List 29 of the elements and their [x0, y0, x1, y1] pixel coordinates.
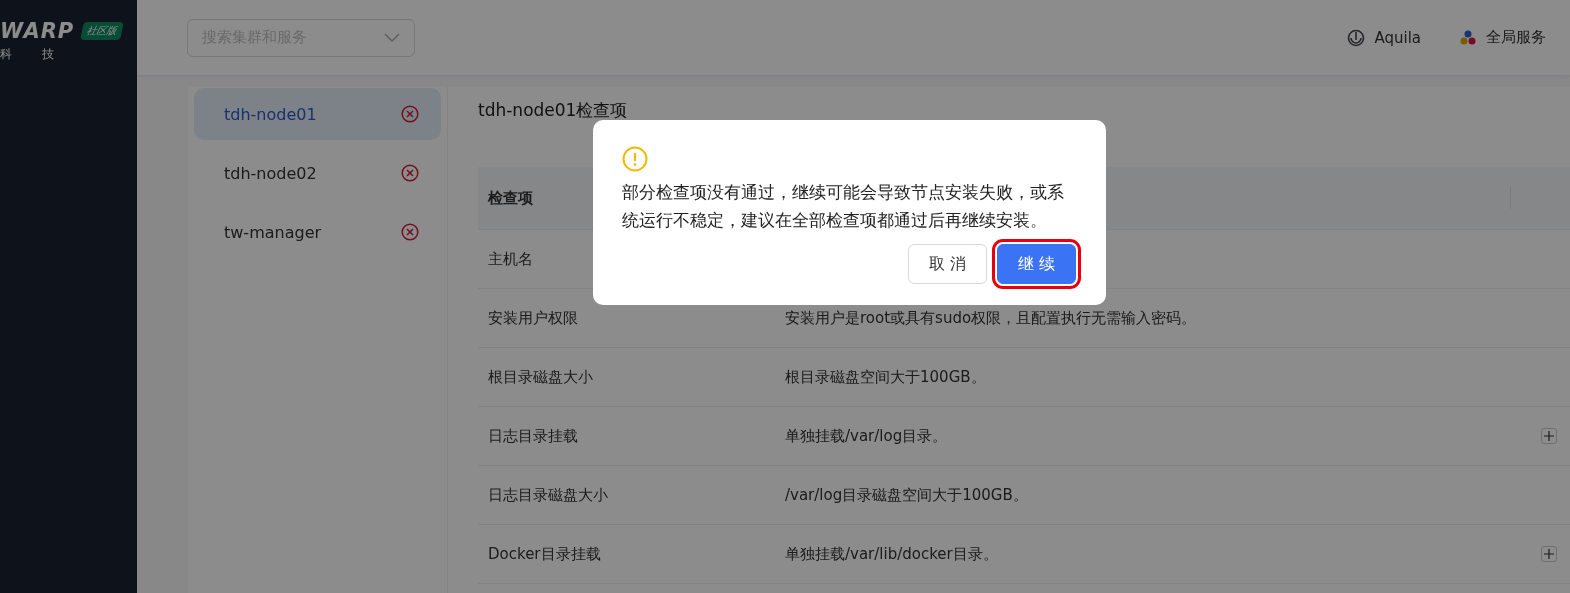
- node-item[interactable]: tw-manager: [194, 206, 441, 258]
- table-cell-text: 日志目录磁盘大小: [487, 485, 608, 505]
- table-cell-text: 安装用户权限: [487, 308, 578, 328]
- expand-button[interactable]: [1541, 546, 1557, 562]
- table-cell-text: Docker目录挂载: [487, 544, 601, 564]
- cancel-button[interactable]: 取 消: [908, 244, 987, 284]
- table-cell-text: 单独挂载/var/log目录。: [784, 426, 948, 446]
- warning-icon: [622, 146, 648, 172]
- expand-button[interactable]: [1541, 428, 1557, 444]
- table-cell-text: 主机名: [487, 249, 533, 269]
- table-cell-text: 安装用户是root或具有sudo权限，且配置执行无需输入密码。: [784, 308, 1197, 328]
- user-menu[interactable]: Aquila: [1347, 28, 1421, 47]
- chevron-down-icon: [384, 32, 400, 43]
- column-header: 检查项: [486, 188, 533, 208]
- edition-badge: 社区版: [80, 22, 125, 40]
- table-cell-text: /var/log目录磁盘空间大于100GB。: [784, 485, 1028, 505]
- dialog-message: 部分检查项没有通过，继续可能会导致节点安装失败，或系统运行不稳定，建议在全部检查项都通过后再继续安装。: [622, 181, 1065, 232]
- logo-text: WARP: [0, 20, 75, 42]
- node-item[interactable]: tdh-node02: [194, 147, 441, 199]
- logo-tagline: 科: [0, 46, 12, 63]
- logo-tagline: 技: [42, 46, 54, 63]
- node-item[interactable]: tdh-node01: [194, 88, 441, 140]
- dots-icon: [1459, 28, 1477, 47]
- panel-title: tdh-node01检查项: [478, 99, 629, 122]
- table-cell-text: 单独挂载/var/lib/docker目录。: [784, 544, 998, 564]
- table-cell-text: 日志目录挂载: [487, 426, 578, 446]
- table-cell-text: 根目录磁盘大小: [487, 367, 593, 387]
- table-cell-text: 根目录磁盘空间大于100GB。: [784, 367, 986, 387]
- global-services-menu[interactable]: 全局服务: [1459, 28, 1546, 47]
